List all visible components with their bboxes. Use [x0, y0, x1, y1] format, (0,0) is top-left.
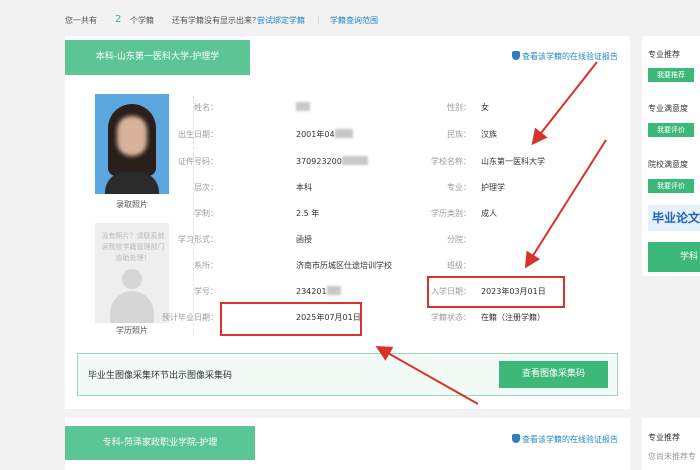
name-value	[296, 102, 310, 112]
school-label: 学校名称：	[431, 157, 471, 166]
shield-icon	[512, 51, 520, 60]
rate-school-button[interactable]: 我要评价	[648, 179, 694, 193]
record-title-ribbon: 本科-山东第一医科大学-护理学	[65, 40, 250, 75]
thesis-banner[interactable]: 毕业论文	[648, 205, 700, 231]
rate-major-button[interactable]: 我要评价	[648, 123, 694, 137]
view-collection-code-button[interactable]: 查看图像采集码	[499, 361, 608, 388]
record-title-ribbon: 专科-菏泽家政职业学院-护理	[65, 426, 255, 460]
level-label: 层次：	[194, 183, 218, 192]
ethnicity-value: 汉族	[481, 130, 497, 139]
banner-message: 毕业生图像采集环节出示图像采集码	[88, 371, 233, 381]
level-value: 本科	[296, 183, 312, 192]
department-value: 济南市历城区仕途培训学校	[296, 261, 392, 270]
department-label: 系所：	[194, 261, 218, 270]
record-summary-bar: 您一共有 2 个学籍 还有学籍没有显示出来？ 尝试绑定学籍 | 学籍查询范围	[0, 0, 700, 30]
right-side-panel-lower: 专业推荐 您尚未推荐专	[642, 418, 700, 470]
bind-record-link[interactable]: 尝试绑定学籍	[257, 15, 305, 26]
shield-icon	[512, 434, 520, 443]
right-side-panel: 专业推荐 我要推荐 专业满意度 我要评价 院校满意度 我要评价	[642, 36, 700, 276]
duration-value: 2.5 年	[296, 209, 320, 218]
student-number-value: 234201	[296, 286, 341, 296]
student-record-card: 专科-菏泽家政职业学院-护理 查看该学籍的在线验证报告	[65, 418, 630, 470]
major-value: 护理学	[481, 183, 505, 192]
verify-report-link[interactable]: 查看该学籍的在线验证报告	[512, 51, 618, 62]
birth-value: 2001年04	[296, 129, 353, 140]
ethnicity-label: 民族：	[447, 130, 471, 139]
summary-prefix: 您一共有	[65, 16, 97, 25]
major-recommend-title: 专业推荐	[648, 433, 680, 442]
school-value: 山东第一医科大学	[481, 157, 545, 166]
name-label: 姓名：	[194, 103, 218, 112]
enrollment-date-highlight	[427, 276, 565, 308]
education-category-label: 学历类别：	[431, 209, 471, 218]
user-silhouette-icon	[122, 269, 142, 289]
id-number-value: 370923200	[296, 156, 368, 166]
graduation-date-highlight	[220, 302, 362, 336]
image-collection-banner: 毕业生图像采集环节出示图像采集码 查看图像采集码	[77, 353, 618, 396]
missing-records-question: 还有学籍没有显示出来？	[172, 16, 260, 25]
branch-label: 分院：	[447, 235, 471, 244]
query-scope-link[interactable]: 学籍查询范围	[330, 15, 378, 26]
admission-photo-caption: 录取照片	[116, 200, 148, 209]
education-category-value: 成人	[481, 209, 497, 218]
student-number-label: 学号：	[194, 287, 218, 296]
gender-label: 性别：	[447, 103, 471, 112]
verify-report-label: 查看该学籍的在线验证报告	[522, 52, 618, 61]
subject-button[interactable]: 学科	[648, 242, 700, 272]
verify-report-label: 查看该学籍的在线验证报告	[522, 435, 618, 444]
study-form-value: 函授	[296, 235, 312, 244]
admission-photo	[95, 94, 169, 194]
summary-suffix: 个学籍	[130, 16, 154, 25]
placeholder-text: 没有照片？请联系就读院校学籍管理部门协助处理！	[101, 232, 165, 262]
verify-report-link[interactable]: 查看该学籍的在线验证报告	[512, 434, 618, 445]
record-count: 2	[115, 14, 122, 25]
study-form-label: 学习形式：	[178, 235, 218, 244]
no-recommend-text: 您尚未推荐专	[648, 452, 696, 461]
degree-photo-caption: 学历照片	[116, 326, 148, 335]
major-satisfaction-title: 专业满意度	[648, 104, 688, 113]
record-status-label: 学籍状态：	[431, 313, 471, 322]
duration-label: 学制：	[194, 209, 218, 218]
degree-photo-placeholder: 没有照片？请联系就读院校学籍管理部门协助处理！	[95, 223, 169, 323]
major-label: 专业：	[447, 183, 471, 192]
expected-graduation-label: 预计毕业日期：	[162, 313, 218, 322]
major-recommend-title: 专业推荐	[648, 50, 680, 59]
school-satisfaction-title: 院校满意度	[648, 160, 688, 169]
record-status-value: 在籍（注册学籍）	[481, 313, 545, 322]
student-record-card: 本科-山东第一医科大学-护理学 查看该学籍的在线验证报告 录取照片 没有照片？请…	[65, 36, 630, 409]
birth-label: 出生日期：	[178, 130, 218, 139]
id-number-label: 证件号码：	[178, 157, 218, 166]
class-label: 班级：	[447, 261, 471, 270]
divider: |	[317, 15, 320, 24]
recommend-button[interactable]: 我要推荐	[648, 68, 694, 82]
gender-value: 女	[481, 103, 489, 112]
